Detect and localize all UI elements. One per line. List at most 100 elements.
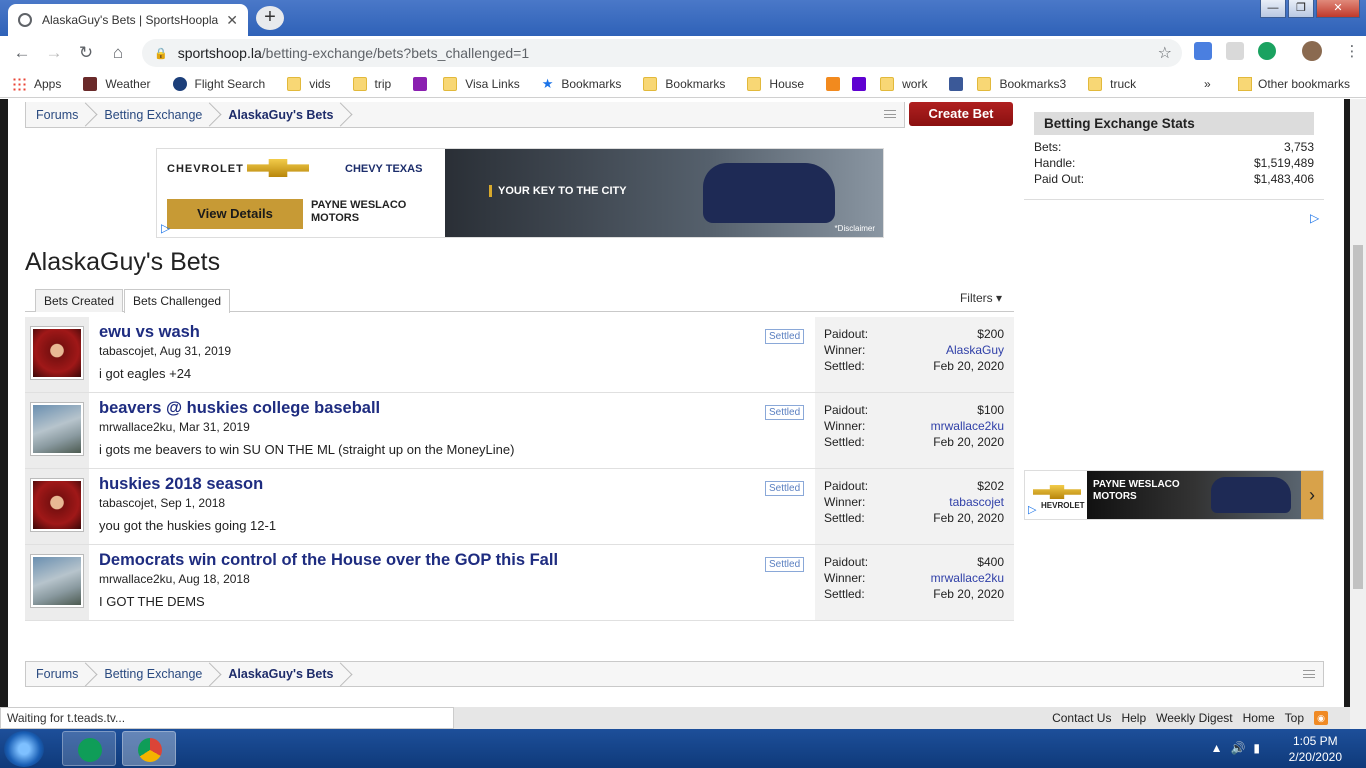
tab-bets-created[interactable]: Bets Created	[35, 289, 124, 312]
tab-bets-challenged[interactable]: Bets Challenged	[124, 289, 231, 313]
maximize-button[interactable]: ❐	[1288, 0, 1314, 18]
translate-extension-icon[interactable]	[1194, 42, 1212, 60]
side-ad-next-arrow-icon[interactable]: ›	[1301, 471, 1323, 519]
taskbar-hangouts[interactable]	[62, 731, 116, 766]
start-button[interactable]	[4, 731, 44, 767]
adchoices-icon[interactable]: ▷	[1028, 503, 1036, 516]
car-image-icon	[703, 163, 835, 223]
bookmark-apps[interactable]: Apps	[12, 76, 61, 91]
profile-avatar[interactable]	[1302, 41, 1322, 61]
pdf-extension-icon[interactable]	[1226, 42, 1244, 60]
new-tab-button[interactable]: +	[256, 6, 284, 30]
breadcrumb-forums[interactable]: Forums	[26, 102, 94, 127]
breadcrumb-forums[interactable]: Forums	[26, 662, 94, 686]
chevrolet-logo-icon	[247, 159, 309, 177]
folder-icon	[880, 76, 895, 91]
bet-meta: mrwallace2ku, Aug 18, 2018	[99, 572, 250, 586]
bet-winner-link[interactable]: AlaskaGuy	[946, 343, 1004, 359]
breadcrumb-current[interactable]: AlaskaGuy's Bets	[218, 662, 349, 686]
avatar[interactable]	[30, 326, 84, 380]
bet-title[interactable]: Democrats win control of the House over …	[99, 551, 558, 570]
breadcrumb-menu-icon[interactable]	[884, 110, 896, 118]
bookmark-paypal[interactable]	[413, 76, 428, 91]
bet-meta: mrwallace2ku, Mar 31, 2019	[99, 420, 250, 434]
avatar[interactable]	[30, 554, 84, 608]
bookmark-bookmarks[interactable]: Bookmarks	[643, 76, 725, 91]
ad-dealer: PAYNE WESLACO MOTORS	[311, 199, 407, 224]
address-bar[interactable]: 🔒 sportshoop.la /betting-exchange/bets?b…	[142, 39, 1182, 67]
ad-view-details-button[interactable]: View Details	[167, 199, 303, 229]
other-bookmarks[interactable]: Other bookmarks	[1238, 77, 1350, 91]
breadcrumb-betting-exchange[interactable]: Betting Exchange	[94, 662, 218, 686]
bet-title[interactable]: huskies 2018 season	[99, 475, 263, 494]
footer-weekly-digest[interactable]: Weekly Digest	[1156, 711, 1232, 725]
create-bet-button[interactable]: Create Bet	[909, 102, 1013, 126]
green-extension-icon[interactable]	[1258, 42, 1276, 60]
bookmark-facebook[interactable]	[949, 76, 964, 91]
rss-icon[interactable]: ◉	[1314, 711, 1328, 725]
minimize-button[interactable]: —	[1260, 0, 1286, 18]
tab-title: AlaskaGuy's Bets | SportsHoopla	[42, 13, 219, 27]
bookmark-flight-search[interactable]: Flight Search	[172, 76, 265, 91]
vertical-scrollbar[interactable]	[1350, 99, 1366, 729]
bet-title[interactable]: ewu vs wash	[99, 323, 200, 342]
bookmarks-overflow-button[interactable]: »	[1204, 77, 1211, 91]
taskbar-chrome[interactable]	[122, 731, 176, 766]
bookmarks-bar: Apps Weather Flight Search vids trip Vis…	[0, 70, 1366, 98]
bookmark-weather[interactable]: Weather	[83, 76, 151, 91]
browser-tab[interactable]: AlaskaGuy's Bets | SportsHoopla ✕	[8, 4, 248, 36]
bet-title[interactable]: beavers @ huskies college baseball	[99, 399, 380, 418]
bookmark-vids[interactable]: vids	[287, 76, 331, 91]
side-ad[interactable]: HEVROLET ▷ PAYNE WESLACO MOTORS ›	[1024, 470, 1324, 520]
breadcrumb-betting-exchange[interactable]: Betting Exchange	[94, 102, 218, 127]
bookmark-work[interactable]: work	[880, 76, 927, 91]
bet-winner-link[interactable]: mrwallace2ku	[931, 571, 1004, 587]
footer-top[interactable]: Top	[1285, 711, 1304, 725]
ad-tagline: YOUR KEY TO THE CITY	[489, 185, 627, 197]
browser-tab-strip: AlaskaGuy's Bets | SportsHoopla ✕ + — ❐ …	[0, 0, 1366, 36]
adchoices-icon[interactable]: ▷	[1310, 211, 1319, 225]
chrome-icon	[138, 738, 162, 762]
url-host: sportshoop.la	[177, 45, 262, 61]
system-clock[interactable]: 1:05 PM 2/20/2020	[1289, 733, 1342, 765]
bookmark-ok[interactable]	[826, 76, 841, 91]
stats-handle: $1,519,489	[1253, 156, 1314, 170]
breadcrumb-menu-icon[interactable]	[1303, 670, 1315, 678]
scrollbar-thumb[interactable]	[1353, 245, 1363, 589]
bookmark-star-icon[interactable]: ☆	[1158, 43, 1172, 63]
bookmark-truck[interactable]: truck	[1088, 76, 1136, 91]
bookmark-visa-links[interactable]: Visa Links	[443, 76, 520, 91]
forward-icon[interactable]: →	[38, 43, 70, 63]
apps-grid-icon	[12, 76, 26, 91]
bookmark-trip[interactable]: trip	[352, 76, 391, 91]
betting-exchange-stats: Betting Exchange Stats Bets: 3,753 Handle…	[1024, 110, 1324, 200]
ad-texas-logo: CHEVY TEXAS	[345, 163, 423, 175]
browser-menu-icon[interactable]: ⋮	[1336, 42, 1366, 60]
reload-icon[interactable]: ↻	[70, 43, 102, 63]
bet-winner-link[interactable]: mrwallace2ku	[931, 419, 1004, 435]
bookmark-bookmarks3[interactable]: Bookmarks3	[977, 76, 1066, 91]
status-badge: Settled	[765, 405, 805, 420]
bet-winner-link[interactable]: tabascojet	[949, 495, 1004, 511]
breadcrumb-current[interactable]: AlaskaGuy's Bets	[218, 102, 349, 127]
ad-disclaimer[interactable]: *Disclaimer	[835, 224, 875, 233]
bookmark-bookmarks-star[interactable]: ★ Bookmarks	[542, 76, 622, 92]
footer-help[interactable]: Help	[1121, 711, 1146, 725]
yahoo-icon	[852, 76, 867, 91]
bookmark-yahoo[interactable]	[852, 76, 867, 91]
close-window-button[interactable]: ✕	[1316, 0, 1360, 18]
weather-icon	[83, 76, 98, 91]
side-ad-logo: HEVROLET ▷	[1025, 471, 1087, 519]
adchoices-icon[interactable]: ▷	[161, 221, 170, 235]
footer-contact-us[interactable]: Contact Us	[1052, 711, 1111, 725]
bookmark-house[interactable]: House	[747, 76, 804, 91]
back-icon[interactable]: ←	[6, 43, 38, 63]
home-icon[interactable]: ⌂	[102, 43, 134, 63]
system-tray-icons[interactable]: ▲🔊▮	[1211, 741, 1268, 755]
avatar[interactable]	[30, 402, 84, 456]
tab-close-icon[interactable]: ✕	[226, 12, 238, 29]
banner-ad[interactable]: CHEVROLET CHEVY TEXAS View Details PAYNE…	[156, 148, 884, 238]
footer-home[interactable]: Home	[1243, 711, 1275, 725]
avatar[interactable]	[30, 478, 84, 532]
filters-dropdown[interactable]: Filters ▾	[960, 291, 1002, 305]
